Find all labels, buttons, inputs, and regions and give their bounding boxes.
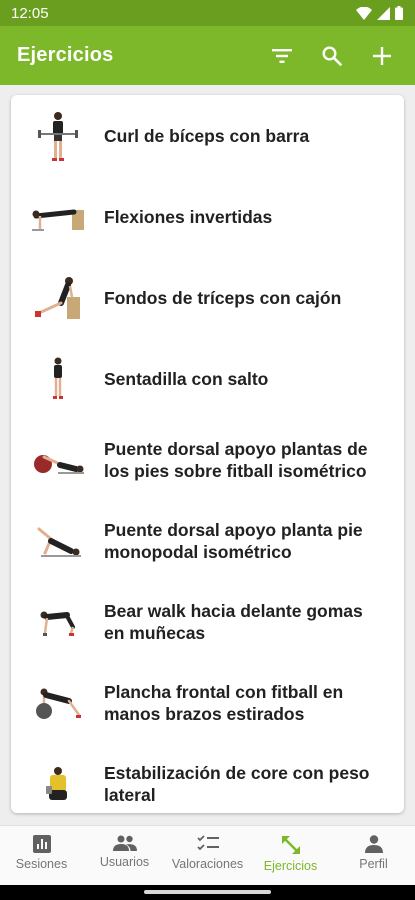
person-icon (364, 835, 383, 853)
nav-item-usuarios[interactable]: Usuarios (83, 826, 166, 886)
battery-icon (395, 6, 403, 20)
chart-icon (32, 835, 51, 853)
triceps-dip-icon (34, 276, 80, 319)
nav-item-sesiones[interactable]: Sesiones (0, 826, 83, 886)
list-item[interactable]: Estabilización de core con peso lateral (11, 743, 404, 813)
list-item[interactable]: Flexiones invertidas (11, 176, 404, 257)
signal-icon (377, 6, 390, 20)
bridge-fitball-icon (33, 454, 84, 474)
exercise-thumbnail (11, 419, 104, 500)
nav-item-ejercicios[interactable]: Ejercicios (249, 826, 332, 886)
exercise-thumbnail (11, 176, 104, 257)
list-item[interactable]: Sentadilla con salto (11, 338, 404, 419)
list-item[interactable]: Plancha frontal con fitball en manos bra… (11, 662, 404, 743)
nav-label: Valoraciones (171, 857, 244, 871)
nav-label: Ejercicios (263, 859, 318, 873)
checklist-icon (196, 835, 219, 851)
exercise-thumbnail (11, 743, 104, 813)
exercise-name: Fondos de tríceps con cajón (104, 287, 342, 308)
add-button[interactable] (357, 31, 407, 81)
single-leg-bridge-icon (37, 527, 81, 557)
search-button[interactable] (307, 31, 357, 81)
plus-icon (373, 46, 391, 65)
plank-fitball-icon (35, 688, 81, 719)
exercise-thumbnail (11, 500, 104, 581)
nav-item-valoraciones[interactable]: Valoraciones (166, 826, 249, 886)
bear-walk-icon (40, 611, 75, 636)
nav-item-perfil[interactable]: Perfil (332, 826, 415, 886)
nav-label: Usuarios (99, 855, 150, 869)
core-weight-icon (45, 766, 67, 800)
status-time: 12:05 (11, 4, 49, 22)
exercise-name: Plancha frontal con fitball en manos bra… (104, 681, 344, 724)
exercise-name: Puente dorsal apoyo planta pie monopodal… (104, 519, 363, 562)
jump-squat-icon (52, 357, 63, 399)
exercise-name: Bear walk hacia delante gomas en muñecas (104, 600, 363, 643)
search-icon (322, 45, 342, 66)
filter-icon (272, 48, 292, 63)
nav-label: Sesiones (15, 857, 68, 871)
nav-label: Perfil (359, 857, 388, 871)
list-item[interactable]: Curl de bíceps con barra (11, 95, 404, 176)
exercise-thumbnail (11, 581, 104, 662)
wifi-icon (356, 6, 372, 20)
exercise-thumbnail (11, 257, 104, 338)
status-icons (356, 6, 403, 20)
exercise-name: Curl de bíceps con barra (104, 125, 310, 146)
exercise-name: Flexiones invertidas (104, 206, 273, 227)
people-icon (112, 835, 137, 851)
exercise-list: Curl de bíceps con barra Flexiones inver… (11, 95, 404, 813)
inverted-pushup-icon (31, 209, 84, 231)
gesture-bar (0, 885, 415, 900)
exercise-name: Sentadilla con salto (104, 368, 269, 389)
gesture-handle[interactable] (144, 890, 271, 894)
list-item[interactable]: Bear walk hacia delante gomas en muñecas (11, 581, 404, 662)
exercise-thumbnail (11, 338, 104, 419)
expand-arrows-icon (281, 836, 300, 854)
list-item[interactable]: Puente dorsal apoyo planta pie monopodal… (11, 500, 404, 581)
list-item[interactable]: Fondos de tríceps con cajón (11, 257, 404, 338)
status-bar: 12:05 (0, 0, 415, 26)
list-item[interactable]: Puente dorsal apoyo plantas de los pies … (11, 419, 404, 500)
app-bar: Ejercicios (0, 26, 415, 85)
exercise-name: Puente dorsal apoyo plantas de los pies … (104, 438, 368, 481)
filter-button[interactable] (257, 31, 307, 81)
page-title: Ejercicios (17, 44, 114, 66)
bottom-navigation: Sesiones Usuarios Valoraciones Ejercicio… (0, 825, 415, 886)
exercise-thumbnail (11, 95, 104, 176)
barbell-curl-icon (37, 111, 78, 161)
exercise-name: Estabilización de core con peso lateral (104, 762, 370, 805)
exercise-thumbnail (11, 662, 104, 743)
